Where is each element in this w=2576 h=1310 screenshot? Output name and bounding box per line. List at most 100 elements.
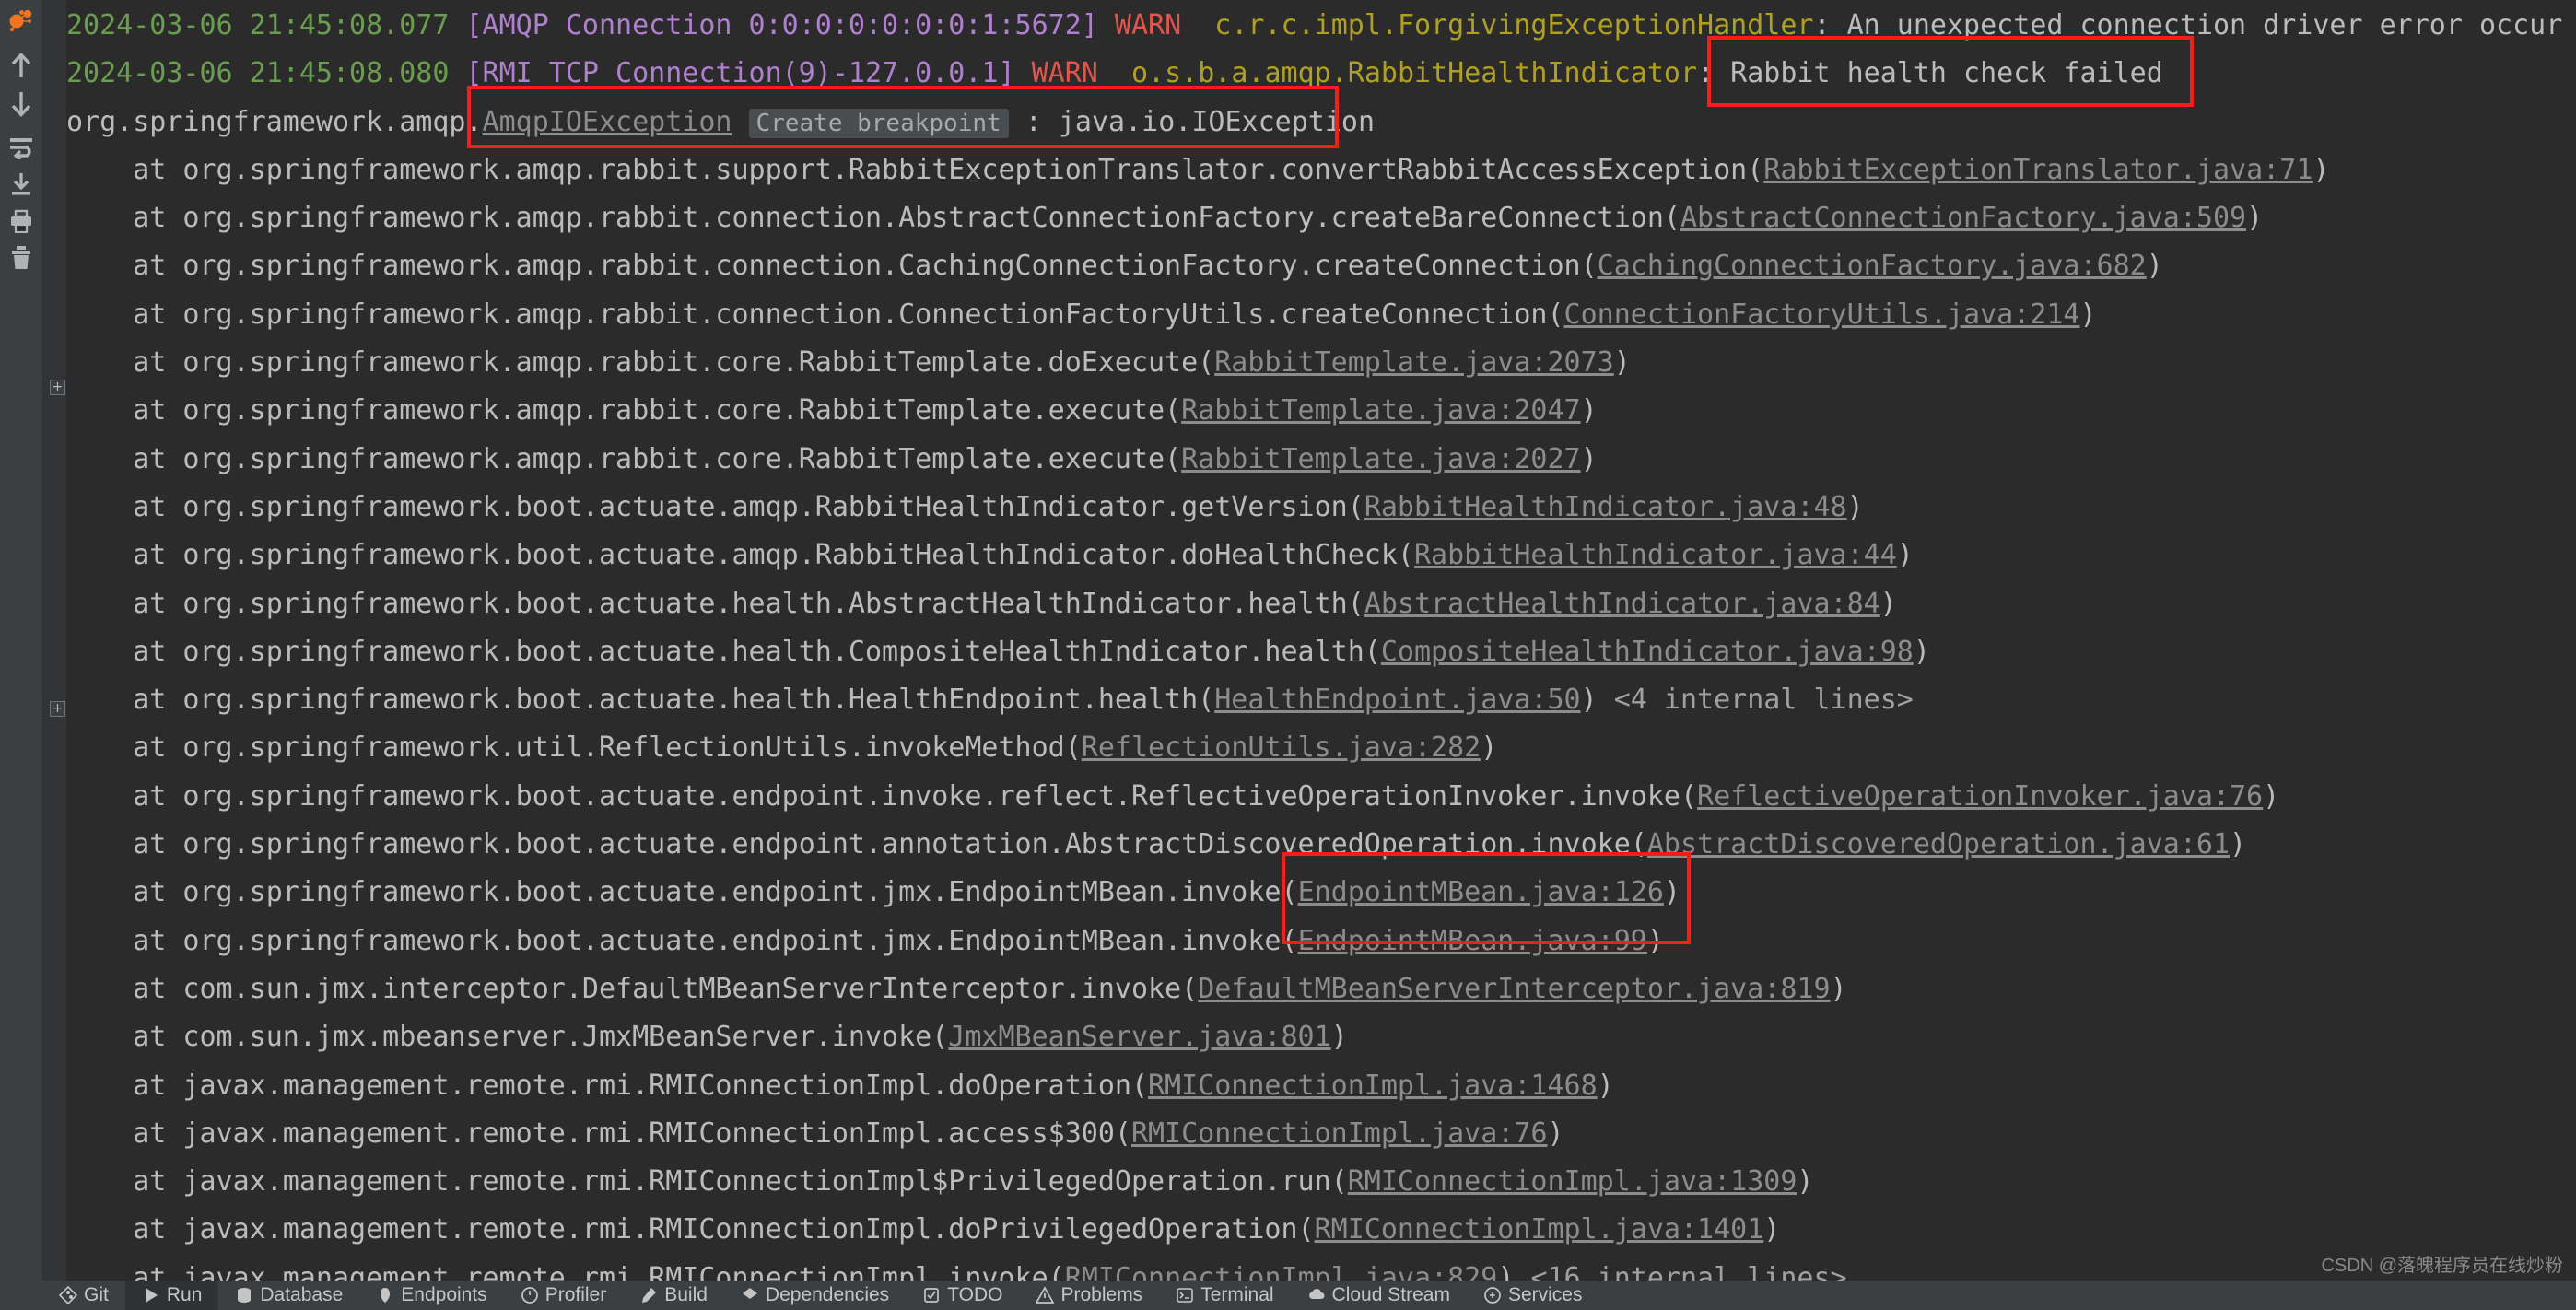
source-link[interactable]: EndpointMBean.java:126 [1298, 876, 1664, 908]
line-text: at org.springframework.boot.actuate.endp… [66, 779, 1698, 813]
line-text: ) [1896, 539, 1914, 572]
stack-trace-line: at javax.management.remote.rmi.RMIConnec… [66, 1110, 2576, 1158]
problems-icon [1036, 1286, 1055, 1304]
exception-line: org.springframework.amqp.AmqpIOException… [66, 99, 2576, 146]
source-link[interactable]: RMIConnectionImpl.java:1468 [1148, 1070, 1598, 1102]
line-text: ) [1879, 587, 1897, 620]
source-link[interactable]: RabbitTemplate.java:2027 [1181, 443, 1580, 475]
line-text: : java.io.IOException [1008, 105, 1376, 138]
source-link[interactable]: ReflectiveOperationInvoker.java:76 [1697, 780, 2263, 813]
source-link[interactable]: HealthEndpoint.java:50 [1214, 684, 1580, 716]
export-icon[interactable] [2, 166, 41, 203]
tool-window-tab-label: Terminal [1200, 1284, 1274, 1305]
thread-name: [AMQP Connection 0:0:0:0:0:0:0:1:5672] [465, 9, 1098, 41]
line-text: at org.springframework.util.ReflectionUt… [66, 731, 1082, 765]
logger-name: c.r.c.impl.ForgivingExceptionHandler [1214, 9, 1814, 41]
fold-marker[interactable]: + [50, 380, 65, 395]
source-link[interactable]: CompositeHealthIndicator.java:98 [1381, 636, 1914, 668]
tool-window-tab-terminal[interactable]: Terminal [1159, 1281, 1290, 1310]
run-icon [142, 1286, 160, 1304]
source-link[interactable]: RMIConnectionImpl.java:1401 [1315, 1213, 1764, 1246]
source-link[interactable]: RMIConnectionImpl.java:76 [1131, 1117, 1548, 1150]
line-text: at javax.management.remote.rmi.RMIConnec… [66, 1165, 1348, 1199]
tool-window-tab-label: Database [260, 1284, 344, 1305]
line-text: ) [1330, 1021, 1348, 1054]
thread-name: [RMI TCP Connection(9)-127.0.0.1] [465, 57, 1015, 90]
tool-window-tab-label: Cloud Stream [1331, 1284, 1450, 1305]
source-link[interactable]: RabbitHealthIndicator.java:48 [1364, 491, 1847, 523]
line-text: at org.springframework.amqp.rabbit.conne… [66, 202, 1680, 235]
stack-trace-line: at org.springframework.boot.actuate.amqp… [66, 484, 2576, 532]
source-link[interactable]: RMIConnectionImpl.java:829 [1065, 1262, 1498, 1281]
tool-window-tab-problems[interactable]: Problems [1019, 1281, 1159, 1310]
source-link[interactable]: ReflectionUtils.java:282 [1082, 731, 1481, 764]
fold-marker[interactable]: + [50, 701, 65, 717]
stack-trace-line: at org.springframework.boot.actuate.endp… [66, 869, 2576, 917]
tool-window-tab-run[interactable]: Run [124, 1281, 219, 1310]
line-text: ) [1580, 394, 1598, 427]
line-text: at javax.management.remote.rmi.RMIConnec… [66, 1261, 1065, 1281]
stack-trace-line: at org.springframework.boot.actuate.endp… [66, 821, 2576, 869]
terminal-icon [1176, 1286, 1194, 1304]
stack-trace-line: at org.springframework.boot.actuate.amqp… [66, 532, 2576, 579]
tool-window-tab-database[interactable]: Database [218, 1281, 359, 1310]
idea-run-console-window: + + 2024-03-06 21:45:08.077 [AMQP Connec… [0, 0, 2576, 1310]
source-link[interactable]: RabbitTemplate.java:2047 [1181, 394, 1580, 427]
source-link[interactable]: RabbitExceptionTranslator.java:71 [1763, 154, 2313, 186]
tool-window-tab-cloud-stream[interactable]: Cloud Stream [1291, 1281, 1467, 1310]
console-toolbar [0, 0, 42, 1281]
stack-trace-line: at javax.management.remote.rmi.RMIConnec… [66, 1158, 2576, 1206]
tool-window-tab-profiler[interactable]: Profiler [504, 1281, 624, 1310]
line-text: ) [1580, 684, 1614, 717]
rerun-spring-icon[interactable] [2, 4, 41, 41]
source-link[interactable]: RMIConnectionImpl.java:1309 [1348, 1165, 1797, 1198]
clear-all-icon[interactable] [2, 240, 41, 276]
source-link[interactable]: EndpointMBean.java:99 [1298, 925, 1647, 957]
console-output[interactable]: 2024-03-06 21:45:08.077 [AMQP Connection… [66, 0, 2576, 1281]
arrow-down-icon[interactable] [2, 85, 41, 122]
source-link[interactable]: AbstractDiscoveredOperation.java:61 [1647, 828, 2230, 860]
line-text: ) [1597, 1069, 1614, 1102]
tool-window-tab-todo[interactable]: TODO [906, 1281, 1019, 1310]
source-link[interactable]: AbstractConnectionFactory.java:509 [1680, 202, 2246, 234]
soft-wrap-icon[interactable] [2, 129, 41, 166]
source-link[interactable]: DefaultMBeanServerInterceptor.java:819 [1198, 973, 1830, 1005]
source-link[interactable]: AmqpIOException [483, 106, 732, 138]
cloud-stream-icon [1307, 1286, 1326, 1304]
soft-wrap-icon-glyph [10, 138, 32, 159]
source-link[interactable]: JmxMBeanServer.java:801 [948, 1021, 1330, 1053]
stack-trace-line: at javax.management.remote.rmi.RMIConnec… [66, 1206, 2576, 1254]
source-link[interactable]: RabbitTemplate.java:2073 [1214, 346, 1613, 379]
source-link[interactable]: RabbitHealthIndicator.java:44 [1414, 539, 1897, 571]
tool-window-tab-git[interactable]: Git [42, 1281, 125, 1310]
tool-window-tab-label: Git [84, 1284, 109, 1305]
source-link[interactable]: AbstractHealthIndicator.java:84 [1364, 588, 1880, 620]
create-breakpoint-chip[interactable]: Create breakpoint [748, 108, 1009, 138]
line-text [732, 106, 748, 138]
tool-window-tab-build[interactable]: Build [623, 1281, 724, 1310]
line-text: ) [1481, 731, 1498, 765]
internal-lines-note[interactable]: <4 internal lines> [1614, 684, 1914, 716]
tool-window-tab-endpoints[interactable]: Endpoints [359, 1281, 503, 1310]
source-link[interactable]: ConnectionFactoryUtils.java:214 [1564, 298, 2080, 331]
tool-window-tab-services[interactable]: Services [1467, 1281, 1599, 1310]
tool-window-tab-dependencies[interactable]: Dependencies [724, 1281, 906, 1310]
line-text: at com.sun.jmx.interceptor.DefaultMBeanS… [66, 972, 1199, 1005]
line-text: at org.springframework.boot.actuate.heal… [66, 635, 1381, 668]
source-link[interactable]: CachingConnectionFactory.java:682 [1598, 250, 2147, 282]
line-text [1015, 57, 1032, 89]
line-text: ) [2146, 250, 2163, 283]
print-icon[interactable] [2, 203, 41, 240]
clear-all-icon-glyph [12, 246, 30, 269]
logger-name: o.s.b.a.amqp.RabbitHealthIndicator [1130, 57, 1698, 90]
line-text: at javax.management.remote.rmi.RMIConnec… [66, 1117, 1131, 1150]
arrow-up-icon[interactable] [2, 48, 41, 85]
log-line: 2024-03-06 21:45:08.080 [RMI TCP Connect… [66, 50, 2576, 98]
timestamp: 2024-03-06 21:45:08.080 [66, 57, 466, 90]
line-text: ) [1846, 490, 1864, 523]
watermark: CSDN @落魄程序员在线炒粉 [2321, 1256, 2563, 1276]
console-vertical-scrollbar[interactable] [2563, 0, 2576, 1281]
internal-lines-note[interactable]: <16 internal lines> [1530, 1262, 1846, 1281]
line-text: An unexpected connection driver error oc… [1846, 9, 2576, 41]
line-text: at org.springframework.boot.actuate.amqp… [66, 490, 1364, 523]
